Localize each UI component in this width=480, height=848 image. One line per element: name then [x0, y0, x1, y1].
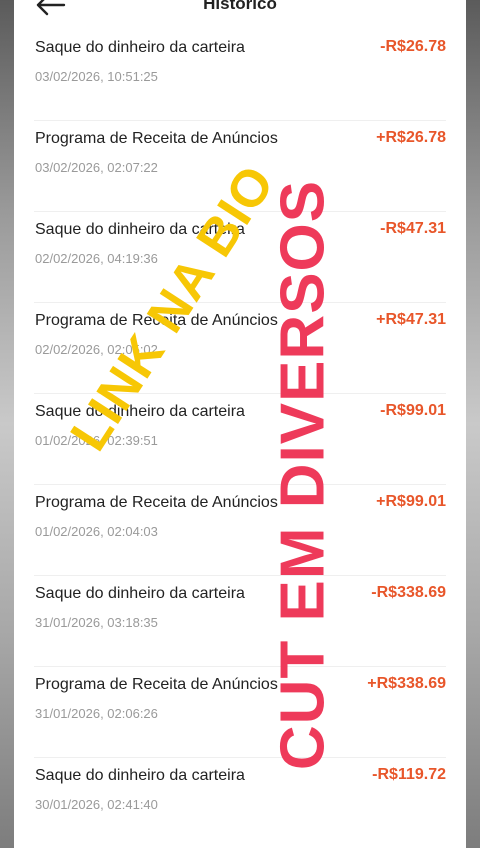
transaction-row[interactable]: Saque do dinheiro da carteira 31/01/2026,…: [34, 576, 446, 667]
transaction-date: 31/01/2026, 02:06:26: [35, 706, 158, 721]
transaction-name: Saque do dinheiro da carteira: [35, 221, 245, 238]
transaction-amount: +R$338.69: [367, 675, 446, 692]
transaction-date: 31/01/2026, 03:18:35: [35, 615, 158, 630]
app-header: Histórico: [14, 0, 466, 30]
transaction-amount: +R$26.78: [376, 129, 446, 146]
page-title: Histórico: [203, 0, 277, 13]
transaction-row[interactable]: Programa de Receita de Anúncios 01/02/202…: [34, 485, 446, 576]
transaction-row[interactable]: Programa de Receita de Anúncios 03/02/202…: [34, 121, 446, 212]
transaction-name: Programa de Receita de Anúncios: [35, 676, 278, 693]
transaction-amount: +R$99.01: [376, 493, 446, 510]
transaction-name: Saque do dinheiro da carteira: [35, 767, 245, 784]
transaction-amount: -R$338.69: [371, 584, 446, 601]
transaction-list: Saque do dinheiro da carteira 03/02/2026,…: [14, 30, 466, 848]
transaction-amount: -R$47.31: [380, 220, 446, 237]
transaction-name: Programa de Receita de Anúncios: [35, 494, 278, 511]
transaction-amount: -R$99.01: [380, 402, 446, 419]
transaction-name: Saque do dinheiro da carteira: [35, 403, 245, 420]
background-left: [0, 0, 14, 848]
transaction-row[interactable]: Saque do dinheiro da carteira 02/02/2026,…: [34, 212, 446, 303]
background-right: [466, 0, 480, 848]
transaction-name: Saque do dinheiro da carteira: [35, 585, 245, 602]
transaction-date: 01/02/2026, 02:39:51: [35, 433, 158, 448]
transaction-row[interactable]: Saque do dinheiro da carteira 30/01/2026,…: [34, 758, 446, 848]
transaction-date: 02/02/2026, 04:19:36: [35, 251, 158, 266]
transaction-row[interactable]: Saque do dinheiro da carteira 01/02/2026,…: [34, 394, 446, 485]
transaction-name: Programa de Receita de Anúncios: [35, 130, 278, 147]
app-screen: Histórico Saque do dinheiro da carteira 0…: [14, 0, 466, 848]
transaction-amount: +R$47.31: [376, 311, 446, 328]
transaction-row[interactable]: Saque do dinheiro da carteira 03/02/2026,…: [34, 30, 446, 121]
transaction-name: Programa de Receita de Anúncios: [35, 312, 278, 329]
transaction-date: 03/02/2026, 10:51:25: [35, 69, 158, 84]
transaction-date: 02/02/2026, 02:05:02: [35, 342, 158, 357]
transaction-row[interactable]: Programa de Receita de Anúncios 31/01/202…: [34, 667, 446, 758]
transaction-name: Saque do dinheiro da carteira: [35, 39, 245, 56]
transaction-amount: -R$119.72: [372, 766, 446, 783]
transaction-date: 30/01/2026, 02:41:40: [35, 797, 158, 812]
transaction-row[interactable]: Programa de Receita de Anúncios 02/02/202…: [34, 303, 446, 394]
transaction-date: 03/02/2026, 02:07:22: [35, 160, 158, 175]
transaction-amount: -R$26.78: [380, 38, 446, 55]
transaction-date: 01/02/2026, 02:04:03: [35, 524, 158, 539]
